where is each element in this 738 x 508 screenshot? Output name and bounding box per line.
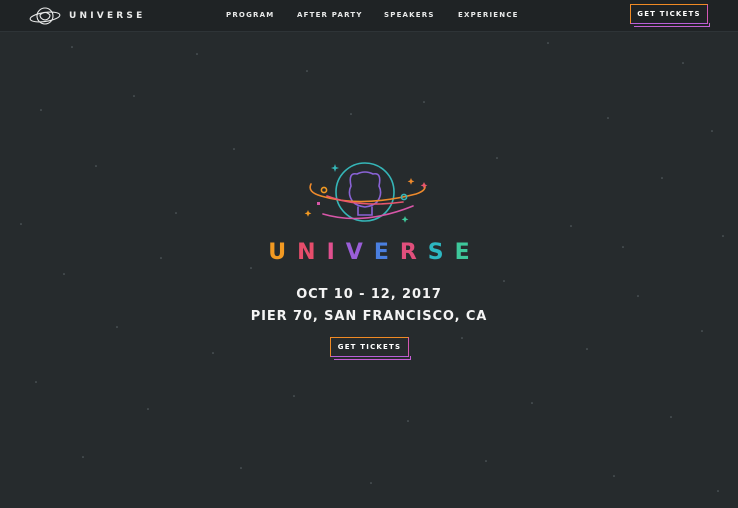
title-letter: S <box>427 240 455 265</box>
brand-link[interactable]: UNIVERSE <box>28 4 145 28</box>
hero-title: UNIVERSE <box>0 240 738 265</box>
brand-name: UNIVERSE <box>69 11 146 21</box>
title-letter: N <box>297 240 327 265</box>
title-letter: E <box>454 240 481 265</box>
top-nav-bar: UNIVERSE PROGRAM AFTER PARTY SPEAKERS EX… <box>0 0 738 32</box>
title-letter: E <box>373 240 400 265</box>
nav-item-program[interactable]: PROGRAM <box>226 11 274 19</box>
hero-get-tickets-label: GET TICKETS <box>337 343 402 351</box>
title-letter: I <box>326 240 346 265</box>
nav-get-tickets-button[interactable]: GET TICKETS <box>630 4 710 27</box>
universe-logo-icon <box>29 7 61 25</box>
nav-item-speakers[interactable]: SPEAKERS <box>384 11 435 19</box>
octocat-planet-icon <box>304 162 428 223</box>
title-letter: U <box>268 240 298 265</box>
title-letter: R <box>399 240 428 265</box>
nav-item-experience[interactable]: EXPERIENCE <box>458 11 519 19</box>
nav-get-tickets-label: GET TICKETS <box>637 10 701 18</box>
event-date: OCT 10 - 12, 2017 <box>296 287 442 302</box>
nav-item-after-party[interactable]: AFTER PARTY <box>297 11 363 19</box>
event-venue: PIER 70, SAN FRANCISCO, CA <box>250 309 488 324</box>
title-letter: V <box>345 240 374 265</box>
hero-get-tickets-button[interactable]: GET TICKETS <box>330 337 411 360</box>
